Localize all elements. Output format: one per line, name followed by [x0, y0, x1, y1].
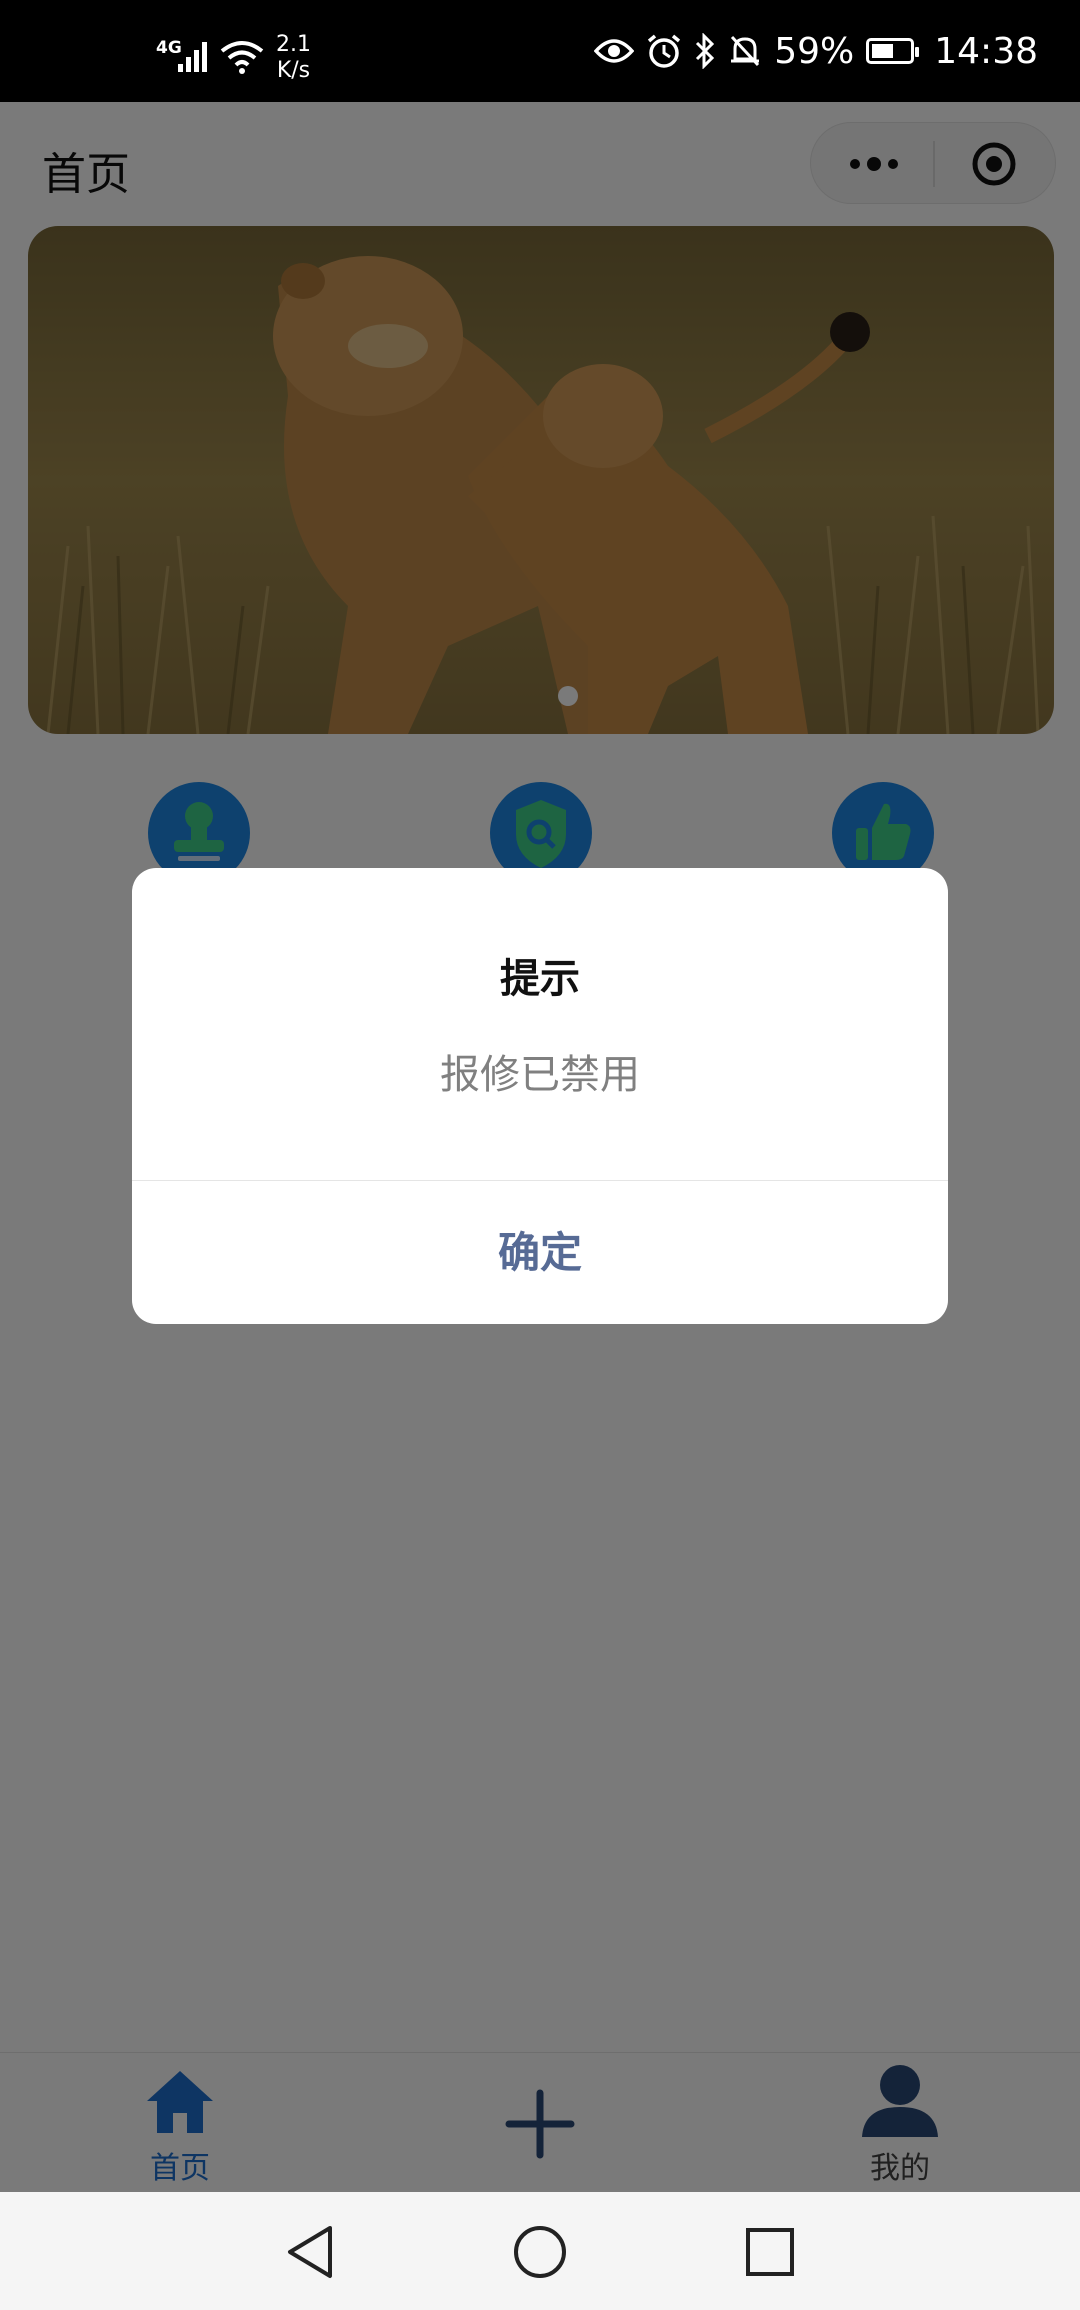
confirm-button[interactable]: 确定 [132, 1181, 948, 1324]
eye-icon [594, 39, 635, 63]
status-bar: 4G 2.1 K/s 59% 14:38 [0, 0, 1080, 102]
clock: 14:38 [934, 30, 1038, 72]
recents-icon[interactable] [742, 2222, 798, 2282]
dialog-message: 报修已禁用 [440, 1052, 640, 1098]
back-icon[interactable] [282, 2222, 338, 2282]
speed-value: 2.1 [276, 32, 311, 57]
signal-icon [178, 42, 207, 72]
mute-bell-icon [731, 35, 760, 67]
alert-dialog: 提示 报修已禁用 确定 [132, 868, 948, 1324]
system-navigation-bar [0, 2192, 1080, 2310]
battery-percent: 59% [774, 30, 855, 72]
battery-fill [872, 44, 894, 58]
alarm-icon [648, 34, 681, 68]
wifi-icon [220, 41, 264, 74]
home-circle-icon[interactable] [512, 2222, 568, 2282]
speed-unit: K/s [276, 58, 311, 83]
battery-icon [866, 38, 920, 64]
bluetooth-icon [696, 33, 715, 69]
dialog-title: 提示 [500, 956, 580, 1002]
network-speed: 2.1 K/s [276, 32, 311, 84]
status-right-group: 59% 14:38 [594, 0, 1038, 102]
